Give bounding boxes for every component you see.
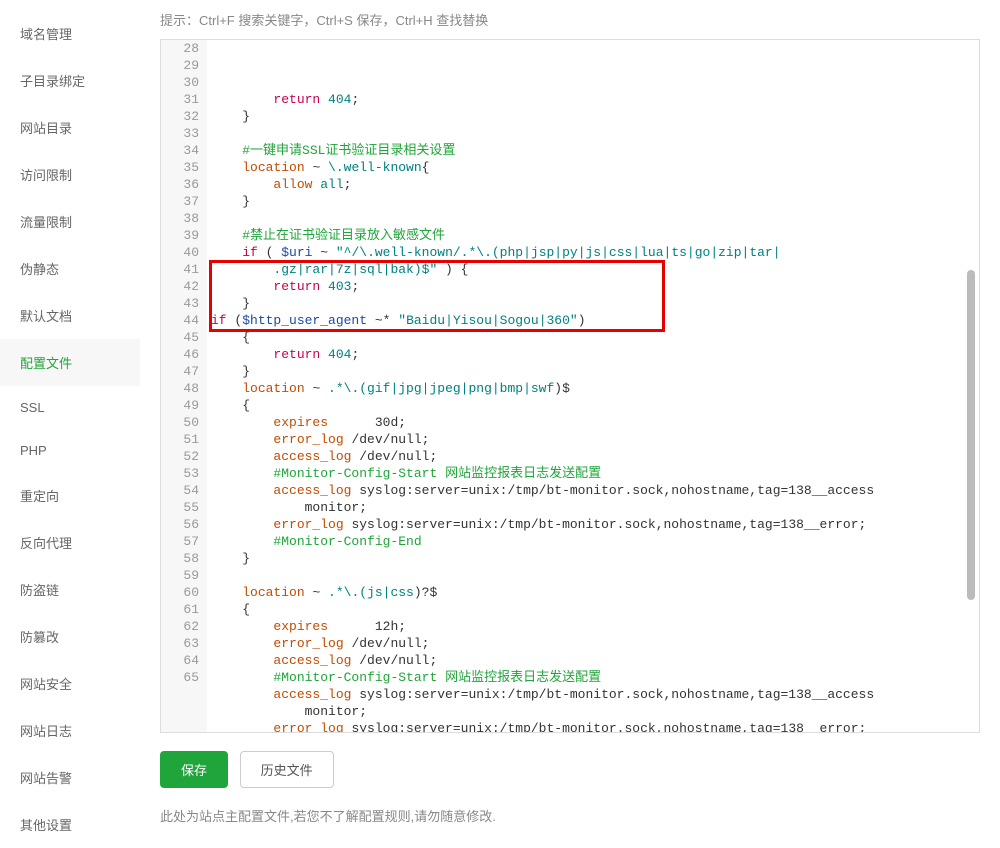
code-line[interactable]: expires 12h;	[211, 618, 975, 635]
code-line[interactable]: access_log syslog:server=unix:/tmp/bt-mo…	[211, 686, 975, 703]
code-line[interactable]: error_log /dev/null;	[211, 635, 975, 652]
code-line[interactable]: allow all;	[211, 176, 975, 193]
hint-text: 提示：Ctrl+F 搜索关键字，Ctrl+S 保存，Ctrl+H 查找替换	[160, 0, 980, 39]
sidebar: 域名管理子目录绑定网站目录访问限制流量限制伪静态默认文档配置文件SSLPHP重定…	[0, 0, 140, 845]
sidebar-item-16[interactable]: 网站告警	[0, 754, 140, 801]
main-panel: 提示：Ctrl+F 搜索关键字，Ctrl+S 保存，Ctrl+H 查找替换 28…	[140, 0, 1000, 845]
code-line[interactable]: error_log syslog:server=unix:/tmp/bt-mon…	[211, 720, 975, 732]
sidebar-item-10[interactable]: 重定向	[0, 472, 140, 519]
sidebar-item-0[interactable]: 域名管理	[0, 10, 140, 57]
code-line[interactable]: if ($http_user_agent ~* "Baidu|Yisou|Sog…	[211, 312, 975, 329]
app-container: 域名管理子目录绑定网站目录访问限制流量限制伪静态默认文档配置文件SSLPHP重定…	[0, 0, 1000, 845]
code-line[interactable]: #Monitor-Config-Start 网站监控报表日志发送配置	[211, 669, 975, 686]
code-line[interactable]: access_log syslog:server=unix:/tmp/bt-mo…	[211, 482, 975, 499]
code-line[interactable]: }	[211, 193, 975, 210]
code-line[interactable]	[211, 125, 975, 142]
sidebar-item-5[interactable]: 伪静态	[0, 245, 140, 292]
sidebar-item-2[interactable]: 网站目录	[0, 104, 140, 151]
sidebar-item-6[interactable]: 默认文档	[0, 292, 140, 339]
sidebar-item-13[interactable]: 防篡改	[0, 613, 140, 660]
sidebar-item-3[interactable]: 访问限制	[0, 151, 140, 198]
sidebar-item-1[interactable]: 子目录绑定	[0, 57, 140, 104]
code-line[interactable]: }	[211, 295, 975, 312]
sidebar-item-4[interactable]: 流量限制	[0, 198, 140, 245]
code-line[interactable]: {	[211, 397, 975, 414]
history-button[interactable]: 历史文件	[240, 751, 334, 788]
code-line[interactable]: access_log /dev/null;	[211, 448, 975, 465]
code-line[interactable]: error_log syslog:server=unix:/tmp/bt-mon…	[211, 516, 975, 533]
code-line[interactable]: monitor;	[211, 703, 975, 720]
code-line[interactable]: #Monitor-Config-Start 网站监控报表日志发送配置	[211, 465, 975, 482]
sidebar-item-14[interactable]: 网站安全	[0, 660, 140, 707]
code-line[interactable]: monitor;	[211, 499, 975, 516]
code-line[interactable]: location ~ \.well-known{	[211, 159, 975, 176]
sidebar-item-9[interactable]: PHP	[0, 429, 140, 472]
footnote: 此处为站点主配置文件,若您不了解配置规则,请勿随意修改.	[160, 788, 980, 825]
code-area[interactable]: return 404; } #一键申请SSL证书验证目录相关设置 locatio…	[207, 40, 979, 732]
code-line[interactable]: {	[211, 601, 975, 618]
line-gutter: 2829303132333435363738394041424344454647…	[161, 40, 207, 732]
code-line[interactable]: error_log /dev/null;	[211, 431, 975, 448]
code-line[interactable]: }	[211, 108, 975, 125]
editor-container: 2829303132333435363738394041424344454647…	[160, 39, 980, 733]
save-button[interactable]: 保存	[160, 751, 228, 788]
code-line[interactable]: #禁止在证书验证目录放入敏感文件	[211, 227, 975, 244]
sidebar-item-15[interactable]: 网站日志	[0, 707, 140, 754]
code-line[interactable]: }	[211, 550, 975, 567]
sidebar-item-8[interactable]: SSL	[0, 386, 140, 429]
code-line[interactable]: #一键申请SSL证书验证目录相关设置	[211, 142, 975, 159]
code-line[interactable]: #Monitor-Config-End	[211, 533, 975, 550]
sidebar-item-12[interactable]: 防盗链	[0, 566, 140, 613]
scrollbar[interactable]	[967, 270, 975, 600]
sidebar-item-17[interactable]: 其他设置	[0, 801, 140, 848]
code-line[interactable]: return 404;	[211, 346, 975, 363]
code-line[interactable]	[211, 567, 975, 584]
code-line[interactable]: if ( $uri ~ "^/\.well-known/.*\.(php|jsp…	[211, 244, 975, 261]
code-line[interactable]: expires 30d;	[211, 414, 975, 431]
code-line[interactable]: location ~ .*\.(gif|jpg|jpeg|png|bmp|swf…	[211, 380, 975, 397]
code-line[interactable]: }	[211, 363, 975, 380]
code-line[interactable]	[211, 210, 975, 227]
code-line[interactable]: return 404;	[211, 91, 975, 108]
code-line[interactable]: location ~ .*\.(js|css)?$	[211, 584, 975, 601]
sidebar-item-7[interactable]: 配置文件	[0, 339, 140, 386]
code-line[interactable]: {	[211, 329, 975, 346]
code-editor[interactable]: 2829303132333435363738394041424344454647…	[161, 40, 979, 732]
code-line[interactable]: return 403;	[211, 278, 975, 295]
code-line[interactable]: access_log /dev/null;	[211, 652, 975, 669]
sidebar-item-11[interactable]: 反向代理	[0, 519, 140, 566]
code-line[interactable]: .gz|rar|7z|sql|bak)$" ) {	[211, 261, 975, 278]
button-row: 保存 历史文件	[160, 733, 980, 788]
